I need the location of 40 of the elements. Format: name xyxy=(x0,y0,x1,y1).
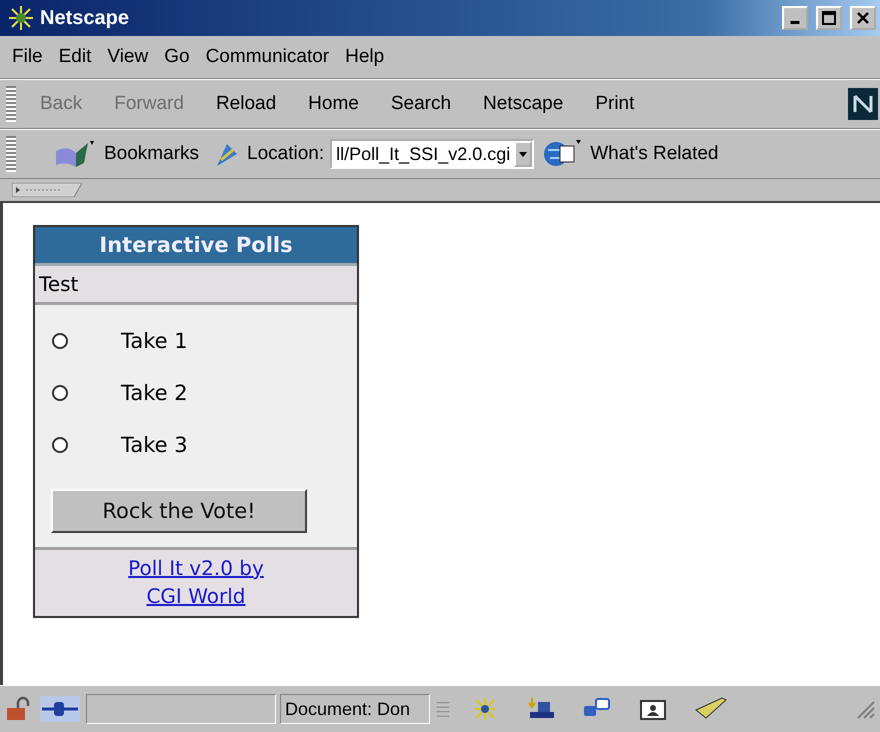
poll-title: Interactive Polls xyxy=(35,227,357,266)
menu-item[interactable]: Help xyxy=(337,46,392,68)
minimize-icon xyxy=(790,20,800,24)
option-label: Take 2 xyxy=(121,381,188,405)
bookmarks-label[interactable]: Bookmarks xyxy=(104,143,200,165)
radio-button[interactable] xyxy=(51,332,69,350)
menu-item[interactable]: View xyxy=(99,46,156,68)
dropdown-button[interactable] xyxy=(514,141,532,167)
window-title: Netscape xyxy=(40,6,129,30)
whats-related-label[interactable]: What's Related xyxy=(590,143,718,165)
maximize-button[interactable] xyxy=(816,6,842,30)
status-text: Document: Don xyxy=(284,698,412,720)
vote-button[interactable]: Rock the Vote! xyxy=(51,489,307,533)
menu-item[interactable]: Communicator xyxy=(198,46,338,68)
caret-icon xyxy=(519,152,528,157)
menu-item[interactable]: Edit xyxy=(50,46,100,68)
radio-button[interactable] xyxy=(51,384,69,402)
option-label: Take 3 xyxy=(121,433,188,457)
plug-icon[interactable] xyxy=(38,696,82,722)
option-label: Take 1 xyxy=(121,329,188,353)
starburst-icon xyxy=(8,5,34,31)
toolbar-grip[interactable] xyxy=(6,86,16,122)
close-button[interactable] xyxy=(850,6,876,30)
minimize-button[interactable] xyxy=(782,6,808,30)
location-field[interactable]: ll/Poll_It_SSI_v2.0.cgi xyxy=(330,139,534,169)
menu-item[interactable]: File xyxy=(4,46,51,68)
toolbar-button[interactable]: Netscape xyxy=(467,93,580,115)
collapsed-toolbar-tab[interactable] xyxy=(12,183,82,197)
location-label: Location: xyxy=(247,143,324,165)
toolbar-button[interactable]: Reload xyxy=(200,93,292,115)
close-icon xyxy=(857,12,869,24)
toolbar-button[interactable]: Home xyxy=(292,93,375,115)
toolbar-button[interactable]: Search xyxy=(374,93,468,115)
toolbar-button[interactable]: Print xyxy=(579,93,650,115)
menu-item[interactable]: Go xyxy=(156,46,198,68)
toolbar-grip[interactable] xyxy=(6,136,16,172)
radio-button[interactable] xyxy=(51,436,69,454)
poll-question: Test xyxy=(35,266,357,305)
logo-icon[interactable] xyxy=(848,88,878,120)
maximize-icon xyxy=(822,11,836,25)
